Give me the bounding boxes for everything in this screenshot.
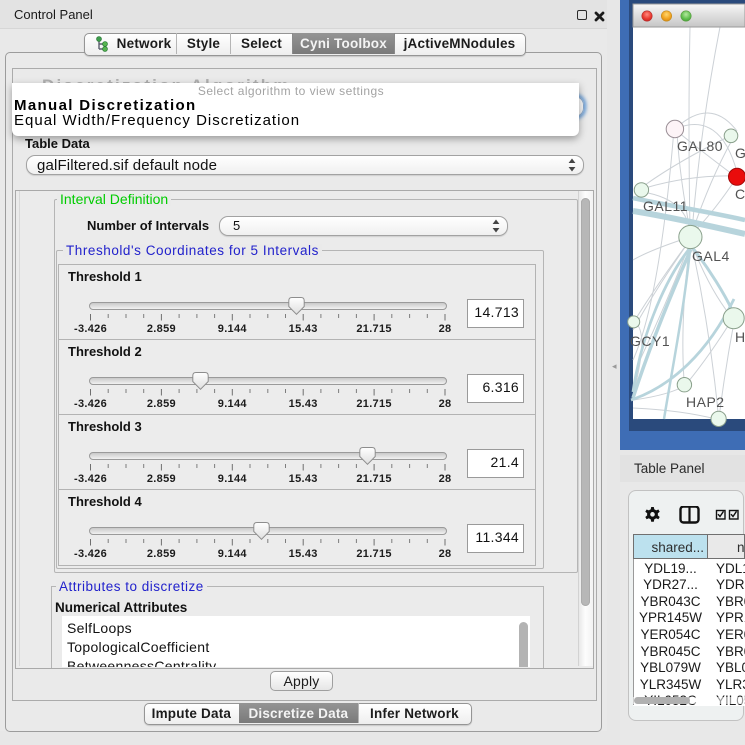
svg-text:CD: CD — [735, 186, 745, 202]
svg-text:H: H — [735, 329, 745, 345]
svg-text:GCY1: GCY1 — [630, 333, 670, 349]
svg-text:GAL11: GAL11 — [643, 198, 688, 214]
svg-text:GAL80: GAL80 — [677, 138, 723, 154]
svg-text:GAL4: GAL4 — [692, 248, 730, 264]
svg-text:GA: GA — [735, 145, 745, 161]
svg-text:HAP2: HAP2 — [686, 394, 725, 410]
